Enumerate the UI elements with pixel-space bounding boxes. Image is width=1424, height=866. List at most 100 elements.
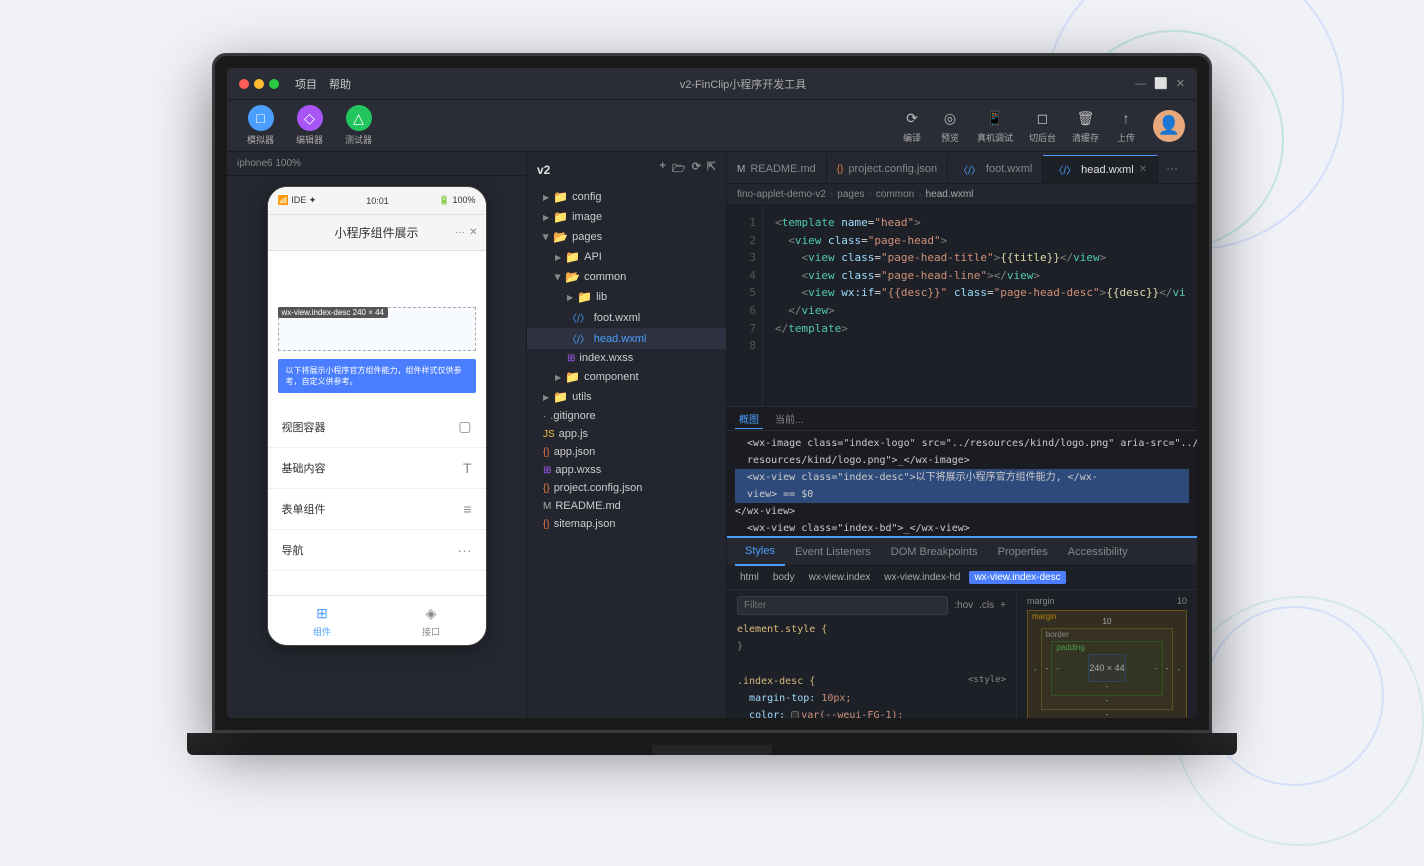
tree-item-project-config[interactable]: {} project.config.json [527, 479, 726, 497]
devtools-tab-properties[interactable]: Properties [988, 538, 1058, 566]
close-button[interactable] [239, 79, 249, 89]
devtools-panel: Styles Event Listeners DOM Breakpoints P… [727, 536, 1197, 718]
nav-item-0[interactable]: 视图容器 ▢ [268, 406, 486, 448]
tree-item-app-wxss[interactable]: ⊞ app.wxss [527, 461, 726, 479]
tree-item-app-json[interactable]: {} app.json [527, 443, 726, 461]
code-line-6: </view> [775, 302, 1185, 320]
tab-head-wxml[interactable]: 〈/〉 head.wxml ✕ [1043, 155, 1158, 183]
md-file-icon: M [543, 501, 551, 512]
html-tree-tab-overview[interactable]: 概图 [735, 409, 763, 429]
tree-item-index-wxss[interactable]: ⊞ index.wxss [527, 349, 726, 367]
devtools-tab-accessibility[interactable]: Accessibility [1058, 538, 1138, 566]
devtools-bc-body[interactable]: body [768, 571, 800, 584]
menu-item-help[interactable]: 帮助 [329, 76, 351, 92]
preview-tool[interactable]: ◎ 预览 [939, 107, 961, 144]
editor-button[interactable]: ◇ 编辑器 [288, 101, 331, 150]
minimize-icon[interactable]: — [1135, 78, 1146, 90]
html-tree-tab-current[interactable]: 当前... [771, 409, 807, 428]
device-debug-label: 真机调试 [977, 131, 1013, 144]
bottom-nav-api[interactable]: ◈ 接口 [421, 603, 441, 638]
avatar[interactable]: 👤 [1153, 110, 1185, 142]
devtools-bc-wx-view-hd[interactable]: wx-view.index-hd [879, 571, 965, 584]
tree-item-pages[interactable]: ▶ 📂 pages [527, 227, 726, 247]
tree-item-head-wxml[interactable]: 〈/〉 head.wxml [527, 328, 726, 349]
toolbar-tools: ⟳ 编译 ◎ 预览 📱 真机调试 ◻ 切后台 [901, 107, 1185, 144]
tree-item-utils[interactable]: ▶ 📁 utils [527, 387, 726, 407]
devtools-bc-wx-view-desc[interactable]: wx-view.index-desc [969, 571, 1065, 584]
devtools-tab-styles[interactable]: Styles [735, 538, 785, 566]
tree-item-sitemap[interactable]: {} sitemap.json [527, 515, 726, 533]
html-line-5[interactable]: <wx-view class="index-bd">_</wx-view> [735, 520, 1189, 536]
background-tool[interactable]: ◻ 切后台 [1029, 107, 1056, 144]
nav-item-2[interactable]: 表单组件 ≡ [268, 489, 486, 530]
devtools-tab-breakpoints[interactable]: DOM Breakpoints [881, 538, 988, 566]
menu-item-project[interactable]: 项目 [295, 76, 317, 92]
box-margin-value: 10 [1177, 596, 1187, 606]
new-folder-icon[interactable]: 🗁 [672, 160, 686, 179]
tab-more-button[interactable]: ··· [1158, 161, 1186, 175]
nav-item-2-icon: ≡ [463, 501, 471, 517]
html-line-4[interactable]: </wx-view> [735, 503, 1189, 520]
css-rule-element: element.style { } [737, 621, 1006, 655]
bottom-nav-component[interactable]: ⊞ 组件 [312, 603, 332, 638]
tree-item-foot-wxml[interactable]: 〈/〉 foot.wxml [527, 307, 726, 328]
breadcrumb-item-2[interactable]: common [876, 189, 914, 200]
phone-selected-text: 以下将展示小程序官方组件能力，组件样式仅供参考，自定义供参考。 [278, 359, 476, 393]
tree-item-lib[interactable]: ▶ 📁 lib [527, 287, 726, 307]
filter-plus[interactable]: + [1000, 600, 1006, 611]
fullscreen-icon[interactable]: ⬜ [1154, 77, 1168, 90]
tree-item-app-js[interactable]: JS app.js [527, 425, 726, 443]
compile-tool[interactable]: ⟳ 编译 [901, 107, 923, 144]
filter-hov[interactable]: :hov [954, 600, 973, 611]
filter-cls[interactable]: .cls [979, 600, 994, 611]
breadcrumb-item-0[interactable]: fino-applet-demo-v2 [737, 189, 826, 200]
tab-project-config[interactable]: {} project.config.json [827, 155, 948, 183]
laptop-notch [652, 745, 772, 755]
tester-icon: △ [346, 105, 372, 131]
tree-item-component[interactable]: ▶ 📁 component [527, 367, 726, 387]
minimize-button[interactable] [254, 79, 264, 89]
triangle-icon: ▶ [567, 293, 573, 302]
tree-item-config[interactable]: ▶ 📁 config [527, 187, 726, 207]
clear-cache-tool[interactable]: 🗑 清缓存 [1072, 107, 1099, 144]
nav-item-3[interactable]: 导航 ··· [268, 530, 486, 571]
html-line-1[interactable]: resources/kind/logo.png">_</wx-image> [735, 452, 1189, 469]
device-debug-tool[interactable]: 📱 真机调试 [977, 107, 1013, 144]
triangle-icon: ▶ [543, 213, 549, 222]
tree-item-image[interactable]: ▶ 📁 image [527, 207, 726, 227]
nav-item-3-label: 导航 [282, 542, 304, 558]
devtools-tab-events[interactable]: Event Listeners [785, 538, 881, 566]
filter-input[interactable] [737, 596, 948, 615]
devtools-bc-wx-view-index[interactable]: wx-view.index [804, 571, 876, 584]
devtools-bc-html[interactable]: html [735, 571, 764, 584]
tab-foot-wxml[interactable]: 〈/〉 foot.wxml [948, 155, 1043, 183]
phone-more-icon[interactable]: ··· [455, 227, 465, 238]
tree-item-gitignore[interactable]: · .gitignore [527, 407, 726, 425]
screen-bezel: 项目 帮助 v2-FinClip小程序开发工具 — ⬜ ✕ [212, 53, 1212, 733]
tab-head-close[interactable]: ✕ [1139, 164, 1147, 175]
box-padding-zone: padding - 240 × 44 [1051, 641, 1162, 696]
simulator-button[interactable]: □ 模拟器 [239, 101, 282, 150]
collapse-icon[interactable]: ⇱ [707, 160, 716, 179]
html-line-2[interactable]: <wx-view class="index-desc">以下将展示小程序官方组件… [735, 469, 1189, 486]
html-line-0[interactable]: <wx-image class="index-logo" src="../res… [735, 435, 1189, 452]
tree-item-readme[interactable]: M README.md [527, 497, 726, 515]
nav-item-1[interactable]: 基础内容 T [268, 448, 486, 489]
tree-item-label: sitemap.json [554, 518, 616, 530]
new-file-icon[interactable]: + [659, 160, 665, 179]
maximize-button[interactable] [269, 79, 279, 89]
phone-close-icon[interactable]: ✕ [469, 227, 477, 238]
close-icon[interactable]: ✕ [1176, 77, 1185, 90]
tab-readme[interactable]: M README.md [727, 155, 827, 183]
tree-item-api[interactable]: ▶ 📁 API [527, 247, 726, 267]
refresh-icon[interactable]: ⟳ [692, 160, 701, 179]
tree-item-common[interactable]: ▶ 📂 common [527, 267, 726, 287]
main-area: iphone6 100% 📶 IDE ✦ 10:01 🔋 100% [227, 152, 1197, 718]
compile-icon: ⟳ [901, 107, 923, 129]
breadcrumb-item-1[interactable]: pages [837, 189, 864, 200]
tester-button[interactable]: △ 测试器 [337, 101, 380, 150]
upload-tool[interactable]: ↑ 上传 [1115, 107, 1137, 144]
code-content[interactable]: <template name="head"> <view class="page… [763, 206, 1197, 406]
html-line-3[interactable]: view> == $0 [735, 486, 1189, 503]
tree-item-label: API [584, 251, 602, 263]
